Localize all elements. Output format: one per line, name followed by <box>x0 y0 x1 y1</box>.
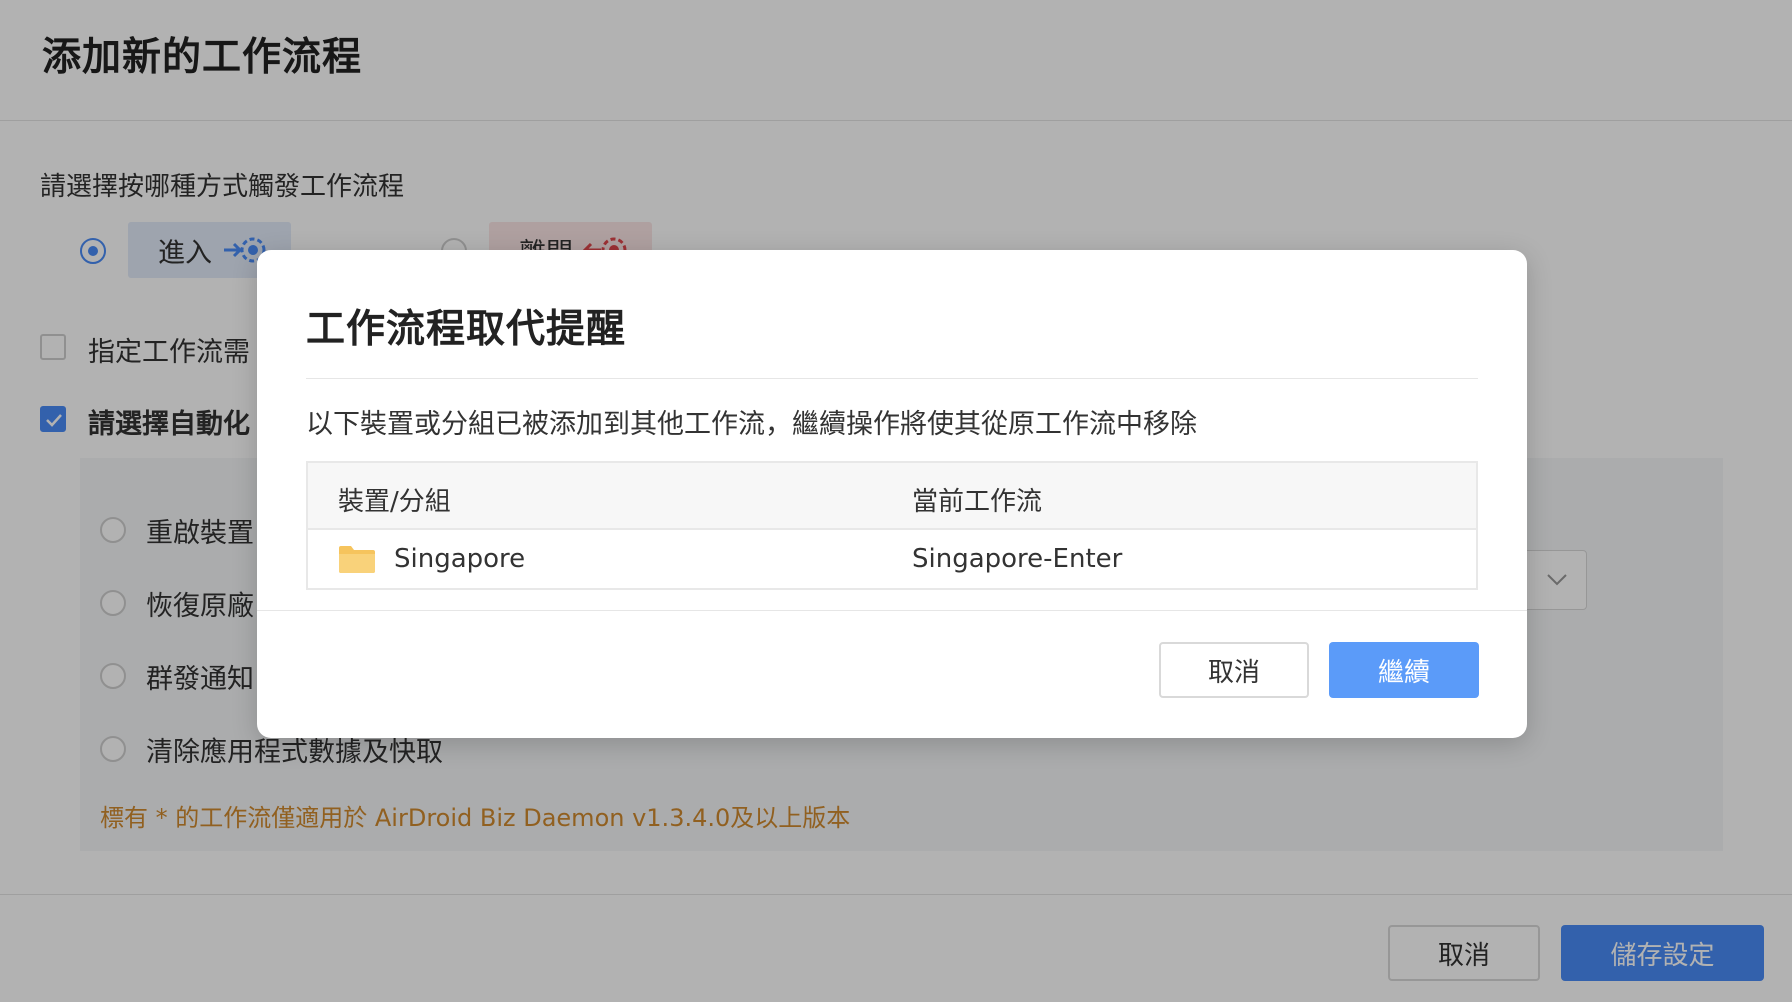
dialog-continue-button[interactable]: 繼續 <box>1329 642 1479 698</box>
dialog-cancel-button[interactable]: 取消 <box>1159 642 1309 698</box>
conflict-table: 裝置/分組 當前工作流 Singapore Singapore-Enter <box>306 461 1478 590</box>
table-row: Singapore Singapore-Enter <box>308 530 1476 588</box>
replace-workflow-dialog: 工作流程取代提醒 以下裝置或分組已被添加到其他工作流，繼續操作將使其從原工作流中… <box>257 250 1527 738</box>
folder-icon <box>339 546 375 573</box>
dialog-divider <box>306 378 1478 379</box>
device-group-name: Singapore <box>394 544 526 574</box>
dialog-footer-divider <box>257 610 1527 611</box>
table-header: 裝置/分組 當前工作流 <box>308 463 1476 530</box>
column-header-device-group: 裝置/分組 <box>338 487 451 517</box>
current-workflow-name: Singapore-Enter <box>912 544 1123 574</box>
dialog-title: 工作流程取代提醒 <box>306 307 627 352</box>
column-header-current-workflow: 當前工作流 <box>912 487 1043 517</box>
dialog-message: 以下裝置或分組已被添加到其他工作流，繼續操作將使其從原工作流中移除 <box>306 409 1197 440</box>
